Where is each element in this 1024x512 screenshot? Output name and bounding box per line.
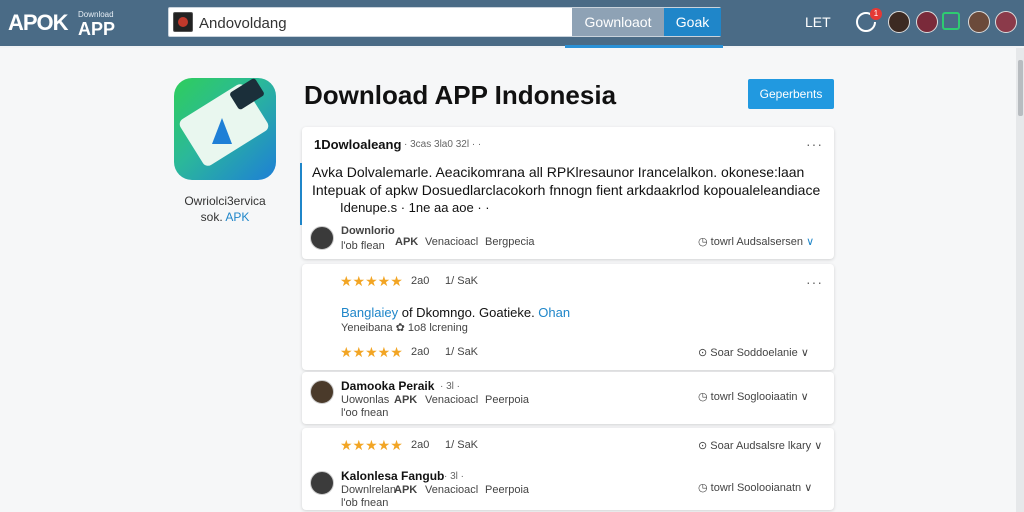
logo-text: APOK bbox=[8, 10, 69, 35]
reviewer-location: Venacioacl bbox=[425, 236, 479, 248]
notification-badge: 1 bbox=[870, 8, 882, 20]
card-footer-link[interactable]: ◷ towrl Soolooianatn ∨ bbox=[698, 481, 812, 494]
chevron-down-icon: ∨ bbox=[800, 391, 809, 403]
reviewer-meta: · 3l · bbox=[440, 381, 460, 392]
reviewer-avatar[interactable] bbox=[310, 226, 334, 250]
chevron-down-icon: ∨ bbox=[804, 482, 813, 494]
clock-icon: ◷ bbox=[698, 391, 708, 403]
reviewer-subtitle: Downlrelan bbox=[341, 484, 397, 496]
card-footer-text: Soar Soddoelanie bbox=[710, 347, 798, 359]
card-footer-link[interactable]: ◷ towrl Soglooiaatin ∨ bbox=[698, 390, 809, 403]
scrollbar-thumb[interactable] bbox=[1018, 60, 1023, 116]
scrollbar-track[interactable] bbox=[1016, 48, 1024, 512]
card-footer-link[interactable]: ⊙ Soar Soddoelanie ∨ bbox=[698, 346, 809, 359]
reviewer-name[interactable]: Damooka Peraik bbox=[341, 379, 434, 393]
search-input[interactable] bbox=[199, 12, 569, 34]
card-footer-text: Soar Audsalsre lkary bbox=[710, 440, 812, 452]
user-avatar-3[interactable] bbox=[968, 11, 990, 33]
search-app-thumbnail bbox=[173, 12, 193, 32]
card-footer-text: towrl Soglooiaatin bbox=[710, 391, 798, 403]
rating-count: 2a0 bbox=[411, 346, 430, 358]
card-body-line: Intepuak of apkw Dosuedlarclacokorh fnno… bbox=[312, 182, 821, 198]
reviewer-location: Venacioacl bbox=[425, 394, 479, 406]
card-accent-bar bbox=[300, 163, 302, 225]
user-avatar-4[interactable] bbox=[995, 11, 1017, 33]
search-bar: Gownloaot Goak bbox=[168, 7, 721, 37]
card-title-part: Ohan bbox=[534, 305, 571, 320]
card-meta: · 3cas 3la0 32l · · bbox=[404, 139, 482, 150]
reviewer-apk-tag: APK bbox=[395, 236, 419, 248]
reviewer-avatar[interactable] bbox=[310, 380, 334, 404]
reviewer-apk-tag: APK bbox=[394, 484, 418, 496]
reviewer-meta: · 3l · bbox=[444, 471, 464, 482]
card-title: Banglaiey of Dkomngo. Goatieke. Ohan bbox=[341, 305, 570, 320]
rating-meta: 1/ SaK bbox=[445, 439, 479, 451]
rating-count: 2a0 bbox=[411, 275, 430, 287]
reviewer-name[interactable]: Kalonlesa Fangub bbox=[341, 469, 444, 483]
rating-meta: 1/ SaK bbox=[445, 275, 479, 287]
rating-stars: ★★★★★ bbox=[340, 273, 403, 289]
card-subtitle: Yeneibana ✿ 1o8 lcrening bbox=[341, 322, 468, 334]
user-avatar-1[interactable] bbox=[888, 11, 910, 33]
card-title-part: of Dkomngo. Goatieke. bbox=[398, 305, 535, 320]
reviewer-tag: Peerpoia bbox=[485, 394, 530, 406]
info-icon: ⊙ bbox=[698, 440, 708, 452]
logo-subtitle: APP bbox=[78, 19, 116, 39]
reviewer-avatar[interactable] bbox=[310, 471, 334, 495]
reviewer-subtitle-2: l'ob fnean bbox=[341, 497, 389, 509]
reviewer-subtitle-2: l'oo fnean bbox=[341, 407, 389, 419]
app-caption-sub-prefix: sok. bbox=[200, 210, 223, 224]
card-body-line: Avka Dolvalemarle. Aeacikomrana all RPKl… bbox=[312, 164, 805, 180]
info-icon: ⊙ bbox=[698, 347, 708, 359]
reviewer-subtitle: l'ob flean bbox=[341, 240, 385, 252]
chart-icon[interactable] bbox=[942, 12, 960, 30]
clock-icon: ◷ bbox=[698, 482, 708, 494]
card-heading: 1Dowloaleang bbox=[314, 137, 402, 152]
reviewer-apk-tag: APK bbox=[394, 394, 418, 406]
card-footer-text: towrl Audsalsersen bbox=[710, 236, 803, 248]
app-icon[interactable] bbox=[174, 78, 276, 180]
card-footer-link[interactable]: ⊙ Soar Audsalsre lkary ∨ bbox=[698, 439, 822, 452]
app-icon-arrow bbox=[212, 118, 232, 144]
download-button[interactable]: Gownloaot bbox=[572, 8, 664, 36]
more-options-icon[interactable]: ··· bbox=[806, 274, 823, 290]
app-caption-sub-highlight: APK bbox=[225, 210, 250, 224]
card-title-part: Banglaiey bbox=[341, 305, 399, 320]
rating-count: 2a0 bbox=[411, 439, 430, 451]
app-caption: Owriolci3ervica bbox=[184, 194, 266, 208]
menu-link[interactable]: LET bbox=[805, 14, 831, 30]
reviewer-location: Venacioacl bbox=[425, 484, 479, 496]
chevron-down-icon: ∨ bbox=[800, 347, 809, 359]
logo-subtitle-top: Download bbox=[78, 10, 114, 19]
site-logo[interactable]: APOK Download APP bbox=[8, 8, 128, 39]
rating-meta: 1/ SaK bbox=[445, 346, 479, 358]
get-app-button[interactable]: Geperbents bbox=[748, 79, 834, 109]
reviewer-tag: Bergpecia bbox=[485, 236, 535, 248]
clock-icon: ◷ bbox=[698, 236, 708, 248]
rating-stars: ★★★★★ bbox=[340, 437, 403, 453]
page-title: Download APP Indonesia bbox=[304, 80, 617, 110]
card-body-line: Idenupe.s · 1ne aa aoe · · bbox=[340, 200, 490, 215]
chevron-down-icon: ∨ bbox=[806, 236, 815, 248]
user-avatar-2[interactable] bbox=[916, 11, 938, 33]
reviewer-name[interactable]: Downlorio bbox=[341, 225, 395, 237]
search-go-button[interactable]: Goak bbox=[664, 8, 721, 36]
card-footer-text: towrl Soolooianatn bbox=[710, 482, 802, 494]
rating-stars: ★★★★★ bbox=[340, 344, 403, 360]
chevron-down-icon: ∨ bbox=[814, 440, 823, 452]
app-caption-sub: sok. APK bbox=[160, 210, 290, 224]
reviewer-tag: Peerpoia bbox=[485, 484, 530, 496]
more-options-icon[interactable]: ··· bbox=[806, 136, 823, 152]
reviewer-subtitle: Uowonlas bbox=[341, 394, 390, 406]
card-footer-link[interactable]: ◷ towrl Audsalsersen ∨ bbox=[698, 235, 814, 248]
